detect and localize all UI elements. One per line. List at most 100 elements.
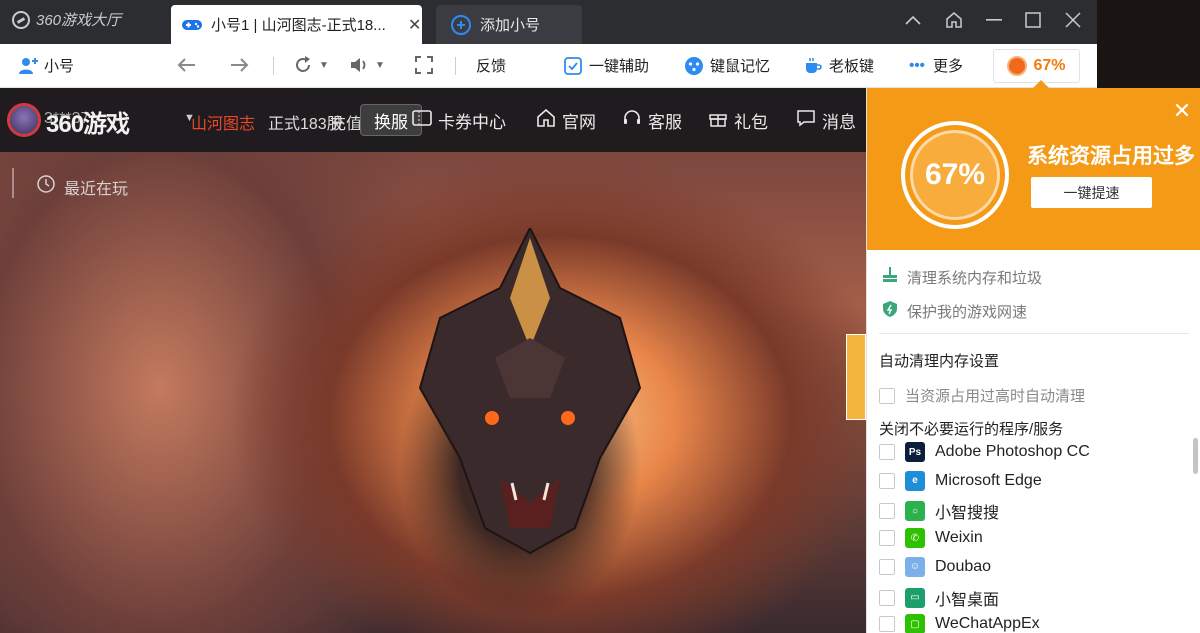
resource-usage-button[interactable]: 67% [993, 49, 1080, 83]
popup-title: 系统资源占用过多 [1027, 145, 1195, 168]
feedback-button[interactable]: 反馈 [476, 55, 506, 76]
title-bar: 360游戏大厅 小号1 | 山河图志-正式18... ✕ 添加小号 [0, 0, 1097, 44]
assist-button[interactable]: 一键辅助 [563, 55, 649, 76]
360-logo-icon [12, 10, 30, 29]
program-name: 小智搜搜 [935, 505, 1000, 523]
side-promo-banner[interactable] [846, 334, 866, 420]
program-row[interactable]: Ps Adobe Photoshop CC [879, 442, 1090, 462]
program-row[interactable]: ▭ 小智桌面 [879, 586, 999, 610]
minimize-icon[interactable] [982, 8, 1006, 32]
boss-key-label: 老板键 [829, 58, 875, 75]
maximize-icon[interactable] [1021, 8, 1045, 32]
arrow-right-icon [230, 55, 250, 75]
official-site-link[interactable]: 官网 [536, 108, 596, 133]
auto-clean-option[interactable]: 当资源占用过高时自动清理 [879, 385, 1085, 406]
program-name: Microsoft Edge [935, 471, 1042, 489]
protect-network-link[interactable]: 保护我的游戏网速 [881, 300, 1027, 322]
speed-up-button[interactable]: 一键提速 [1031, 177, 1152, 208]
program-row[interactable]: ○ 小智搜搜 [879, 499, 999, 523]
home-icon[interactable] [942, 8, 966, 32]
avatar[interactable] [7, 103, 41, 137]
tab-title: 小号1 | 山河图志-正式18... [211, 17, 386, 34]
coupon-center-link[interactable]: 卡券中心 [412, 108, 506, 133]
auto-clean-checkbox[interactable] [879, 387, 895, 404]
gift-link[interactable]: 礼包 [708, 108, 768, 133]
account-button[interactable]: 小号 [18, 55, 74, 76]
coupon-icon [412, 109, 432, 132]
desktop-icon: ▭ [905, 587, 925, 608]
resource-popup: ✕ 67% 系统资源占用过多 一键提速 清理系统内存和垃圾 保护我的游戏网速 自… [866, 88, 1200, 633]
boss-key-button[interactable]: 老板键 [803, 55, 874, 76]
program-name: WeChatAppEx [935, 615, 1040, 633]
customer-service-link[interactable]: 客服 [622, 108, 682, 133]
scrollbar[interactable] [1193, 438, 1198, 474]
back-button[interactable] [176, 55, 196, 75]
program-checkbox[interactable] [879, 444, 895, 460]
more-label: 更多 [933, 58, 964, 75]
account-label: 小号 [44, 58, 75, 75]
app-brand-label: 360游戏大厅 [36, 12, 122, 29]
macro-button[interactable]: 键鼠记忆 [684, 55, 770, 76]
close-programs-heading: 关闭不必要运行的程序/服务 [879, 421, 1064, 438]
program-checkbox[interactable] [879, 589, 895, 606]
customer-service-label: 客服 [648, 113, 682, 132]
program-name: Weixin [935, 529, 983, 547]
recharge-link[interactable]: 充值 [330, 110, 362, 134]
feedback-label: 反馈 [476, 58, 507, 75]
recently-played-button[interactable]: 最近在玩 [36, 174, 128, 199]
add-account-tab[interactable]: 添加小号 [436, 5, 582, 44]
gamepad-icon [181, 14, 203, 36]
clean-memory-link[interactable]: 清理系统内存和垃圾 [881, 266, 1042, 288]
speed-up-label: 一键提速 [1063, 184, 1120, 201]
toolbar: 小号 ▼ ▼ 反馈 一键辅助 键鼠记忆 老板键 ••• 更多 [0, 44, 1097, 88]
add-circle-icon [450, 14, 472, 36]
macro-icon [684, 56, 704, 76]
dragon-illustration [418, 228, 642, 555]
more-button[interactable]: ••• 更多 [907, 55, 963, 76]
speaker-icon [349, 55, 369, 75]
tab-account-1[interactable]: 小号1 | 山河图志-正式18... ✕ [171, 5, 422, 44]
assist-label: 一键辅助 [589, 58, 650, 75]
forward-button[interactable] [230, 55, 250, 75]
recent-divider [12, 168, 14, 198]
program-name: 小智桌面 [935, 591, 1000, 609]
official-site-label: 官网 [562, 113, 596, 132]
program-checkbox[interactable] [879, 503, 895, 520]
program-row[interactable]: e Microsoft Edge [879, 470, 1042, 491]
refresh-button[interactable]: ▼ [293, 55, 329, 75]
game-viewport[interactable]: 3***37 360游戏 ▼ 山河图志 正式183服 充值 换服 卡券中心 官网… [0, 88, 866, 633]
program-row[interactable]: ▢ WeChatAppEx [879, 614, 1040, 633]
protect-network-label: 保护我的游戏网速 [907, 303, 1028, 321]
fullscreen-icon [414, 55, 434, 75]
close-icon[interactable]: ✕ [1169, 98, 1195, 124]
broom-icon [881, 266, 899, 288]
server-game-name: 山河图志 [191, 116, 256, 133]
program-checkbox[interactable] [879, 616, 895, 633]
fullscreen-button[interactable] [414, 55, 434, 75]
auto-clean-label: 当资源占用过高时自动清理 [905, 388, 1086, 405]
game-top-bar: 3***37 360游戏 ▼ 山河图志 正式183服 充值 换服 卡券中心 官网… [0, 88, 866, 152]
program-row[interactable]: ☺ Doubao [879, 556, 991, 577]
switch-server-label: 换服 [374, 112, 408, 132]
messages-link[interactable]: 消息 [796, 108, 856, 133]
assist-icon [563, 56, 583, 76]
program-checkbox[interactable] [879, 558, 895, 575]
usage-gauge: 67% [901, 121, 1009, 229]
close-window-icon[interactable] [1061, 8, 1085, 32]
clean-memory-label: 清理系统内存和垃圾 [907, 269, 1043, 287]
program-row[interactable]: ✆ Weixin [879, 528, 983, 549]
program-checkbox[interactable] [879, 530, 895, 547]
close-tab-icon[interactable]: ✕ [408, 15, 421, 35]
add-account-label: 添加小号 [480, 17, 541, 34]
weixin-icon: ✆ [905, 528, 925, 549]
arrow-left-icon [176, 55, 196, 75]
collapse-icon[interactable] [901, 8, 925, 32]
coupon-label: 卡券中心 [438, 113, 506, 132]
recently-played-label: 最近在玩 [64, 180, 129, 198]
program-checkbox[interactable] [879, 472, 895, 489]
usage-value: 67% [1033, 57, 1066, 74]
program-name: Adobe Photoshop CC [935, 443, 1090, 460]
messages-label: 消息 [822, 113, 856, 132]
app-brand: 360游戏大厅 [12, 9, 121, 30]
volume-button[interactable]: ▼ [349, 55, 385, 75]
